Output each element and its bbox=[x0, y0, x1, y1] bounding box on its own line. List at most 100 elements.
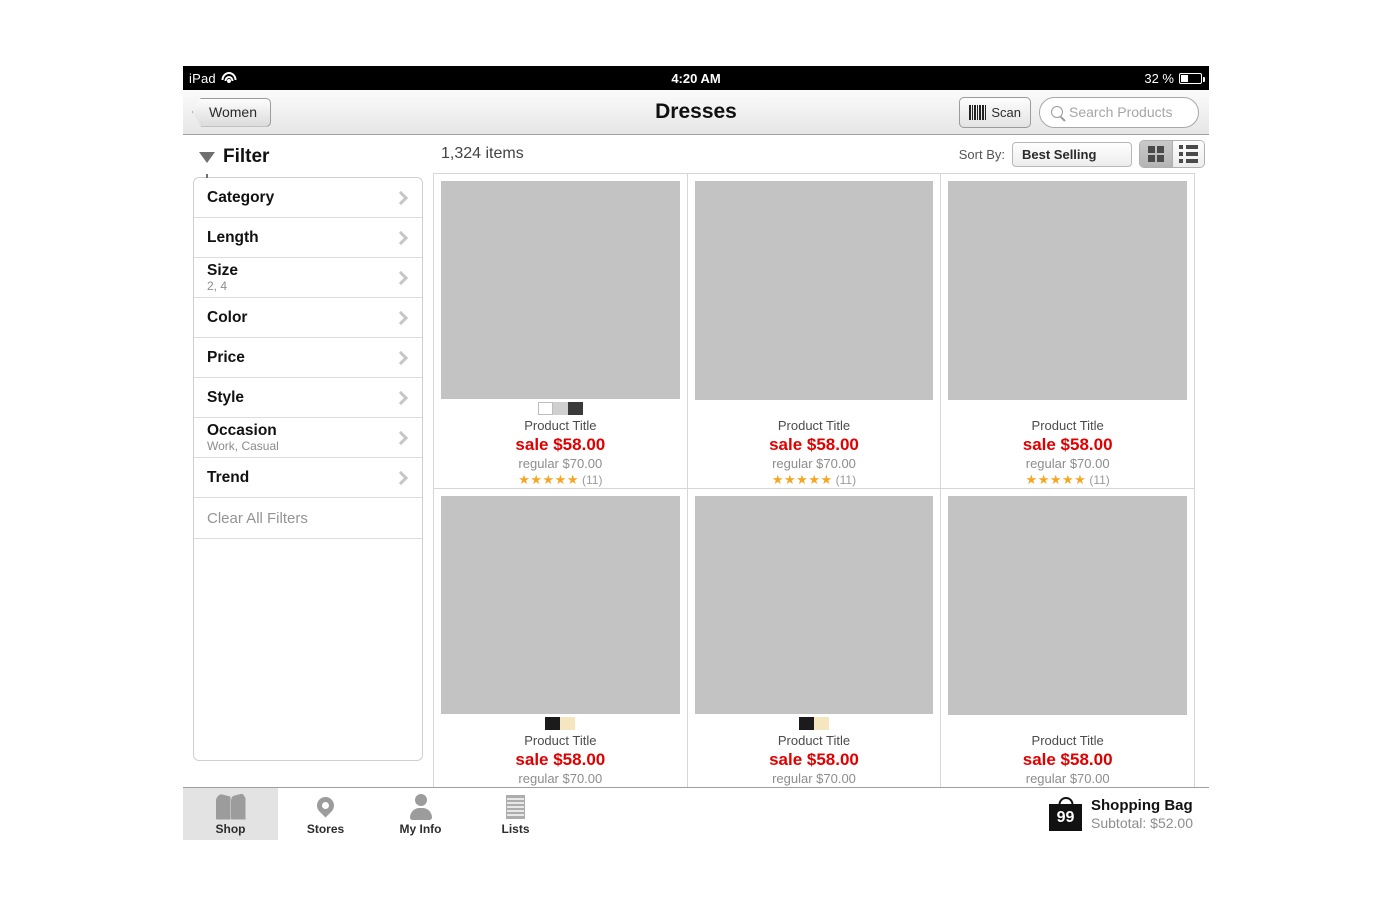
bag-item-count: 99 bbox=[1056, 808, 1075, 826]
shopping-bag-title: Shopping Bag bbox=[1091, 797, 1193, 814]
product-card[interactable]: Product Title sale $58.00 regular $70.00… bbox=[687, 489, 942, 787]
color-swatch[interactable] bbox=[813, 717, 829, 730]
filter-row-category[interactable]: Category bbox=[194, 178, 422, 218]
product-regular-price: regular $70.00 bbox=[1025, 771, 1110, 786]
product-image-placeholder bbox=[694, 181, 934, 401]
chevron-right-icon bbox=[393, 310, 409, 325]
color-swatches[interactable] bbox=[545, 717, 576, 730]
search-products-box[interactable] bbox=[1039, 96, 1199, 128]
product-card[interactable]: Product Title sale $58.00 regular $70.00… bbox=[687, 174, 942, 489]
product-image-placeholder bbox=[948, 181, 1187, 401]
filter-row-style[interactable]: Style bbox=[194, 378, 422, 418]
filter-label: Style bbox=[207, 388, 245, 406]
product-card[interactable]: Product Title sale $58.00 regular $70.00… bbox=[941, 489, 1195, 787]
product-sale-price: sale $58.00 bbox=[769, 750, 859, 769]
tab-label: My Info bbox=[399, 821, 442, 836]
bottom-tab-bar: Shop Stores My Info Lists 99 Shopping Ba… bbox=[183, 787, 1209, 840]
filter-row-size[interactable]: Size 2, 4 bbox=[194, 258, 422, 298]
filter-label: Category bbox=[207, 188, 275, 206]
shopping-bag-button[interactable]: 99 Shopping Bag Subtotal: $52.00 bbox=[1049, 788, 1209, 840]
filter-row-trend[interactable]: Trend bbox=[194, 458, 422, 498]
product-image-placeholder bbox=[694, 496, 934, 714]
filter-row-length[interactable]: Length bbox=[194, 218, 422, 258]
clear-all-filters-button[interactable]: Clear All Filters bbox=[194, 498, 422, 539]
filter-row-color[interactable]: Color bbox=[194, 298, 422, 338]
product-image-placeholder bbox=[948, 496, 1187, 716]
color-swatch[interactable] bbox=[567, 402, 583, 415]
battery-percent-label: 32 % bbox=[1144, 70, 1174, 86]
product-image-placeholder bbox=[441, 181, 680, 399]
product-rating: ★★★★★ (11) bbox=[772, 472, 856, 488]
product-sale-price: sale $58.00 bbox=[769, 435, 859, 454]
filter-label: Color bbox=[207, 308, 248, 326]
chevron-right-icon bbox=[393, 350, 409, 365]
item-count-label: 1,324 items bbox=[441, 145, 524, 162]
list-icon bbox=[506, 793, 525, 821]
color-swatch[interactable] bbox=[537, 402, 553, 415]
sort-by-select[interactable]: Best Selling bbox=[1012, 141, 1132, 167]
chevron-right-icon bbox=[393, 430, 409, 445]
grid-view-button[interactable] bbox=[1140, 141, 1172, 167]
product-card[interactable]: Product Title sale $58.00 regular $70.00… bbox=[434, 174, 688, 489]
tab-stores[interactable]: Stores bbox=[278, 788, 373, 840]
person-icon bbox=[409, 793, 432, 821]
filter-row-price[interactable]: Price bbox=[194, 338, 422, 378]
sort-by-label: Sort By: bbox=[958, 146, 1005, 162]
ios-status-bar: iPad 4:20 AM 32 % bbox=[183, 66, 1209, 90]
filter-label: Size bbox=[207, 261, 239, 279]
chevron-right-icon bbox=[393, 270, 409, 285]
product-sale-price: sale $58.00 bbox=[1022, 435, 1113, 454]
product-title: Product Title bbox=[777, 733, 851, 748]
status-bar-right: 32 % bbox=[1144, 66, 1205, 90]
product-title: Product Title bbox=[1031, 418, 1104, 433]
review-count: (11) bbox=[581, 473, 603, 487]
search-input[interactable] bbox=[1069, 104, 1187, 120]
barcode-icon bbox=[969, 104, 987, 120]
product-rating: ★★★★★ (11) bbox=[518, 472, 602, 488]
navigation-bar: Women Dresses Scan bbox=[183, 90, 1209, 135]
sort-bar: 1,324 items Sort By: Best Selling bbox=[433, 135, 1209, 173]
review-count: (11) bbox=[1089, 473, 1110, 487]
product-card[interactable]: Product Title sale $58.00 regular $70.00… bbox=[434, 489, 688, 787]
chevron-right-icon bbox=[393, 230, 409, 245]
color-swatch[interactable] bbox=[798, 717, 814, 730]
search-icon bbox=[1051, 106, 1063, 118]
tab-label: Lists bbox=[501, 821, 530, 836]
shopping-bag-text: Shopping Bag Subtotal: $52.00 bbox=[1091, 797, 1193, 831]
battery-icon bbox=[1179, 72, 1205, 84]
filter-sidebar: Filter Category Length Size 2, 4 Color P… bbox=[183, 135, 433, 787]
filter-selection: 2, 4 bbox=[207, 278, 228, 293]
product-grid-area: 1,324 items Sort By: Best Selling Produc… bbox=[433, 135, 1209, 787]
product-card[interactable]: Product Title sale $58.00 regular $70.00… bbox=[941, 174, 1195, 489]
filter-row-occasion[interactable]: Occasion Work, Casual bbox=[194, 418, 422, 458]
scan-button-label: Scan bbox=[991, 104, 1021, 120]
product-title: Product Title bbox=[524, 418, 597, 433]
nav-bar-right: Scan bbox=[959, 96, 1199, 128]
list-view-button[interactable] bbox=[1172, 141, 1204, 167]
color-swatches[interactable] bbox=[798, 717, 829, 730]
filter-header: Filter bbox=[193, 143, 423, 178]
filter-label: Length bbox=[207, 228, 259, 246]
scan-button[interactable]: Scan bbox=[959, 96, 1031, 128]
tab-label: Shop bbox=[215, 821, 246, 836]
color-swatch[interactable] bbox=[560, 717, 576, 730]
tab-label: Stores bbox=[306, 821, 345, 836]
tab-lists[interactable]: Lists bbox=[468, 788, 563, 840]
funnel-icon bbox=[199, 151, 215, 178]
star-rating-icon: ★★★★★ bbox=[518, 472, 579, 487]
color-swatch[interactable] bbox=[552, 402, 568, 415]
list-view-icon bbox=[1179, 145, 1198, 163]
ipad-app-window: iPad 4:20 AM 32 % Women Dresses Scan Sea… bbox=[183, 66, 1209, 840]
tab-shop[interactable]: Shop bbox=[183, 788, 278, 840]
product-title: Product Title bbox=[777, 418, 851, 433]
tab-my-info[interactable]: My Info bbox=[373, 788, 468, 840]
color-swatch[interactable] bbox=[545, 717, 561, 730]
filter-label: Trend bbox=[207, 468, 250, 486]
color-swatches[interactable] bbox=[537, 402, 583, 415]
product-regular-price: regular $70.00 bbox=[772, 456, 856, 471]
chevron-right-icon bbox=[393, 190, 409, 205]
chevron-right-icon bbox=[393, 470, 409, 485]
product-regular-price: regular $70.00 bbox=[518, 456, 603, 471]
shop-icon bbox=[216, 793, 246, 821]
main-content: Filter Category Length Size 2, 4 Color P… bbox=[183, 135, 1209, 787]
